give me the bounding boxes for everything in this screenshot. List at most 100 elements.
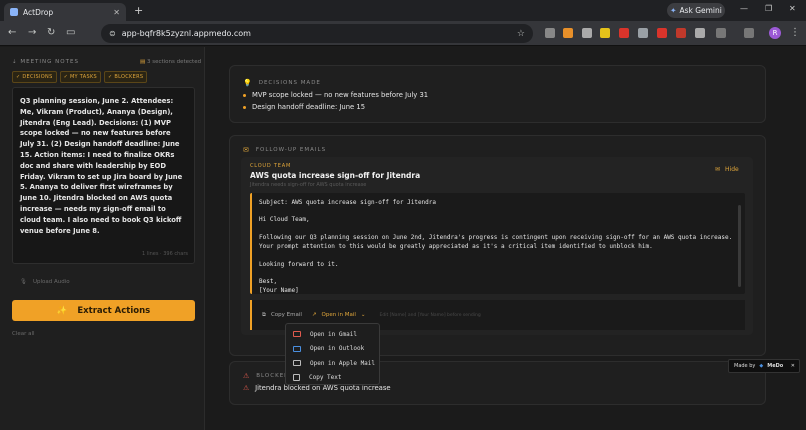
new-tab-button[interactable]: + <box>134 4 143 17</box>
made-by-brand: MeDo <box>767 363 784 369</box>
sparkle-icon: ✨ <box>56 305 68 316</box>
address-bar[interactable]: ⊜ app-bqfr8k5zyznl.appmedo.com ☆ <box>101 24 533 43</box>
close-window-icon[interactable]: ✕ <box>789 4 796 13</box>
menu-item-label: Open in Gmail <box>310 330 357 338</box>
url-text: app-bqfr8k5zyznl.appmedo.com <box>121 29 251 38</box>
followup-label: ✉ FOLLOW-UP EMAILS <box>243 146 326 154</box>
microphone-icon: 🎙 <box>20 279 27 285</box>
notes-text: Q3 planning session, June 2. Attendees: … <box>20 97 183 235</box>
menu-item-apple-mail[interactable]: Open in Apple Mail <box>286 356 379 371</box>
sections-detected-text: 3 sections detected <box>146 59 202 65</box>
menu-item-gmail[interactable]: Open in Gmail <box>286 327 379 342</box>
chip-decisions[interactable]: ✓ DECISIONS <box>12 71 57 83</box>
extension-icon[interactable] <box>657 28 667 38</box>
tab-title: ActDrop <box>23 7 54 17</box>
upload-audio-button[interactable]: 🎙 Upload Audio <box>20 279 70 285</box>
site-info-icon[interactable]: ⊜ <box>109 29 116 38</box>
profile-avatar[interactable]: R <box>769 27 781 39</box>
scrollbar[interactable] <box>738 205 741 287</box>
outlook-icon <box>293 345 301 352</box>
back-icon[interactable]: ← <box>8 27 16 38</box>
email-subtitle: Jitendra needs sign-off for AWS quota in… <box>250 182 367 188</box>
external-link-icon: ↗ <box>311 312 317 318</box>
extension-icon[interactable] <box>695 28 705 38</box>
menu-item-label: Open in Apple Mail <box>310 359 376 367</box>
made-by-badge[interactable]: Made by ◆ MeDo ✕ <box>728 359 800 373</box>
bookmark-star-icon[interactable]: ☆ <box>517 29 525 39</box>
decision-item: Design handoff deadline: June 15 <box>243 103 365 111</box>
decisions-card: 💡 DECISIONS MADE MVP scope locked — no n… <box>229 65 766 123</box>
copy-email-label: Copy Email <box>270 312 302 318</box>
upload-audio-label: Upload Audio <box>32 279 70 285</box>
open-in-mail-dropdown: Open in Gmail Open in Outlook Open in Ap… <box>285 323 380 385</box>
tab-search-icon[interactable]: ▭ <box>66 27 75 38</box>
decision-text: MVP scope locked — no new features befor… <box>252 91 429 99</box>
extensions-puzzle-icon[interactable] <box>716 28 726 38</box>
recipient-team: CLOUD TEAM <box>250 163 292 169</box>
chip-my-tasks[interactable]: ✓ MY TASKS <box>59 71 102 83</box>
extension-icon[interactable] <box>600 28 610 38</box>
ask-gemini-button[interactable]: ✦ Ask Gemini <box>667 3 725 18</box>
copy-email-button[interactable]: ⧉ Copy Email <box>262 312 302 319</box>
ask-gemini-label: Ask Gemini <box>679 6 722 15</box>
mail-icon: ✉ <box>243 146 250 154</box>
meeting-notes-textarea[interactable]: Q3 planning session, June 2. Attendees: … <box>12 87 195 264</box>
decisions-label: 💡 DECISIONS MADE <box>243 79 321 87</box>
bullet-dot <box>243 93 246 97</box>
decision-text: Design handoff deadline: June 15 <box>252 103 366 111</box>
hide-button[interactable]: ✉ Hide <box>715 166 739 173</box>
forward-icon[interactable]: → <box>28 27 36 38</box>
chip-blockers[interactable]: ✓ BLOCKERS <box>104 71 148 83</box>
extension-icon[interactable] <box>619 28 629 38</box>
decisions-label-text: DECISIONS MADE <box>258 80 321 86</box>
menu-item-outlook[interactable]: Open in Outlook <box>286 342 379 357</box>
gmail-icon <box>293 331 301 338</box>
blocker-item: ⚠ Jitendra blocked on AWS quota increase <box>243 384 391 392</box>
browser-tab[interactable]: ActDrop ✕ <box>4 3 126 21</box>
open-in-mail-label: Open in Mail <box>321 312 356 318</box>
email-item: CLOUD TEAM AWS quota increase sign-off f… <box>241 157 753 335</box>
minimize-icon[interactable]: — <box>740 4 748 13</box>
close-badge-icon[interactable]: ✕ <box>791 363 795 369</box>
menu-item-copy-text[interactable]: Copy Text <box>286 371 379 386</box>
clear-all-link[interactable]: Clear all <box>12 331 35 337</box>
email-signature: [Your Name] <box>259 287 299 295</box>
extract-actions-label: Extract Actions <box>77 305 151 316</box>
sections-detected: ▤ 3 sections detected <box>140 59 201 65</box>
extension-icon[interactable] <box>545 28 555 38</box>
open-in-mail-button[interactable]: ↗ Open in Mail ⌄ <box>312 312 366 318</box>
email-title: AWS quota increase sign-off for Jitendra <box>250 171 421 180</box>
bullet-dot <box>243 105 246 109</box>
warning-icon: ⚠ <box>243 384 250 392</box>
menu-icon[interactable]: ⋮ <box>790 27 800 38</box>
extension-icon[interactable] <box>582 28 592 38</box>
browser-tabbar: ActDrop ✕ + ✦ Ask Gemini — ❐ ✕ <box>0 0 806 21</box>
extension-icon[interactable] <box>676 28 686 38</box>
extension-icon[interactable] <box>563 28 573 38</box>
email-signoff: Best, <box>259 278 278 286</box>
lightbulb-icon: 💡 <box>243 79 253 87</box>
char-count: 1 lines · 396 chars <box>142 251 188 258</box>
made-by-label: Made by <box>734 363 756 369</box>
reload-icon[interactable]: ↻ <box>47 27 55 38</box>
decision-item: MVP scope locked — no new features befor… <box>243 91 428 99</box>
email-greeting: Hi Cloud Team, <box>259 216 310 224</box>
blocker-text: Jitendra blocked on AWS quota increase <box>255 384 391 392</box>
sidepanel-icon[interactable] <box>744 28 754 38</box>
maximize-icon[interactable]: ❐ <box>765 4 772 13</box>
menu-item-label: Open in Outlook <box>310 345 365 353</box>
email-subject-line: Subject: AWS quota increase sign-off for… <box>259 199 437 206</box>
mail-icon: ✉ <box>715 166 721 173</box>
close-tab-icon[interactable]: ✕ <box>113 8 120 17</box>
email-paragraph: Following our Q3 planning session on Jun… <box>259 233 733 251</box>
extension-icon[interactable] <box>638 28 648 38</box>
extract-actions-button[interactable]: ✨ Extract Actions <box>12 300 195 321</box>
meeting-notes-label: ⇣ MEETING NOTES <box>12 59 79 65</box>
copy-icon: ⧉ <box>262 311 266 318</box>
meeting-notes-label-text: MEETING NOTES <box>20 59 79 65</box>
email-paragraph: Looking forward to it. <box>259 260 339 268</box>
medo-logo-icon: ◆ <box>759 363 764 369</box>
chevron-down-icon: ⌄ <box>360 312 366 318</box>
menu-item-label: Copy Text <box>309 374 342 382</box>
email-body[interactable]: Subject: AWS quota increase sign-off for… <box>250 193 745 294</box>
